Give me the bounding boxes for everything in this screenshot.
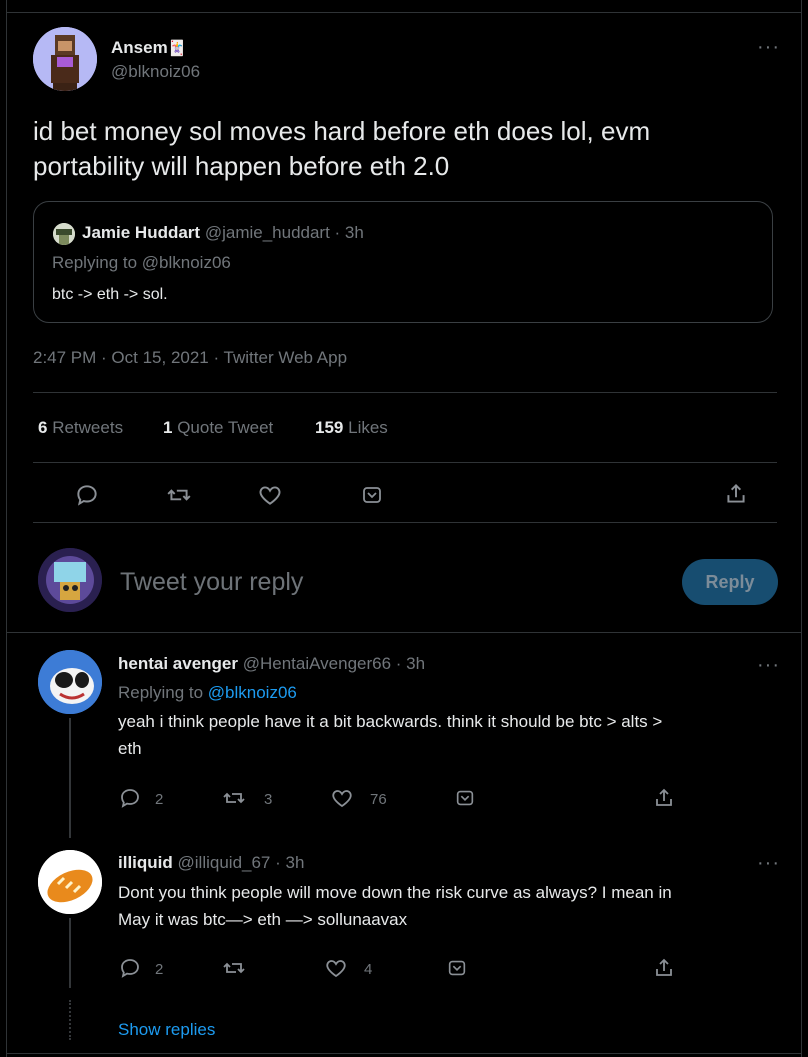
likes-stat[interactable]: 159 Likes bbox=[315, 418, 388, 438]
tweet-thread: Ansem🃏 @blknoiz06 ··· id bet money sol m… bbox=[6, 0, 802, 1057]
reply-icon[interactable] bbox=[118, 786, 142, 810]
jamie-avatar bbox=[53, 223, 75, 245]
reply-handle-time[interactable]: @illiquid_67 · 3h bbox=[178, 853, 305, 872]
share-icon[interactable] bbox=[723, 481, 749, 507]
reply-author-name[interactable]: hentai avenger bbox=[118, 654, 238, 673]
current-user-avatar[interactable] bbox=[38, 548, 102, 612]
retweets-count: 6 bbox=[38, 418, 48, 437]
reply-text-line-1: yeah i think people have it a bit backwa… bbox=[118, 712, 663, 731]
retweets-label: Retweets bbox=[52, 418, 124, 437]
tweet-timestamp[interactable]: 2:47 PM · Oct 15, 2021 · Twitter Web App bbox=[33, 348, 347, 368]
retweet-icon[interactable] bbox=[222, 786, 246, 810]
reply-text-line-1: Dont you think people will move down the… bbox=[118, 883, 672, 902]
tweet-text-line-1: id bet money sol moves hard before eth d… bbox=[33, 116, 651, 146]
thread-line-dotted bbox=[69, 918, 71, 988]
quotes-label: Quote Tweet bbox=[177, 418, 274, 437]
quoted-text: btc -> eth -> sol. bbox=[52, 286, 168, 303]
author-display-name[interactable]: Ansem bbox=[111, 38, 168, 57]
reply-count: 2 bbox=[155, 961, 164, 978]
bookmark-icon[interactable] bbox=[454, 787, 476, 809]
illiquid-avatar[interactable] bbox=[38, 850, 102, 914]
quoted-handle-time: @jamie_huddart · 3h bbox=[204, 223, 364, 242]
divider bbox=[33, 522, 777, 523]
retweet-icon[interactable] bbox=[166, 482, 192, 508]
like-icon[interactable] bbox=[257, 482, 283, 508]
top-divider bbox=[7, 12, 801, 13]
author-handle[interactable]: @blknoiz06 bbox=[111, 62, 200, 82]
bookmark-icon[interactable] bbox=[360, 483, 384, 507]
reply-button[interactable]: Reply bbox=[682, 559, 778, 605]
reply-handle-time[interactable]: @HentaiAvenger66 · 3h bbox=[243, 654, 425, 673]
retweet-icon[interactable] bbox=[222, 956, 246, 980]
bottom-divider bbox=[7, 1053, 801, 1054]
like-icon[interactable] bbox=[330, 786, 354, 810]
reply-icon[interactable] bbox=[118, 956, 142, 980]
quoted-tweet-card[interactable]: Jamie Huddart @jamie_huddart · 3h Replyi… bbox=[33, 201, 773, 323]
likes-label: Likes bbox=[348, 418, 388, 437]
more-options-icon[interactable]: ··· bbox=[757, 37, 780, 57]
divider bbox=[33, 462, 777, 463]
ansem-avatar[interactable] bbox=[33, 27, 97, 91]
tweet-text-line-2: portability will happen before eth 2.0 bbox=[33, 151, 450, 181]
quoted-replying-to: Replying to @blknoiz06 bbox=[52, 253, 231, 272]
likes-count: 159 bbox=[315, 418, 344, 437]
reply-input[interactable]: Tweet your reply bbox=[120, 568, 303, 597]
like-count: 4 bbox=[364, 961, 373, 978]
replying-to-handle[interactable]: @blknoiz06 bbox=[208, 683, 297, 702]
share-icon[interactable] bbox=[652, 956, 676, 980]
section-divider bbox=[7, 632, 801, 633]
quoted-author-name: Jamie Huddart bbox=[82, 223, 201, 242]
reply-author-name[interactable]: illiquid bbox=[118, 853, 173, 872]
like-icon[interactable] bbox=[324, 956, 348, 980]
reply-text-line-2: May it was btc—> eth —> sollunaavax bbox=[118, 910, 408, 929]
thread-line-dotted bbox=[69, 1000, 71, 1040]
reply-icon[interactable] bbox=[74, 482, 100, 508]
replying-to-prefix: Replying to bbox=[118, 683, 208, 702]
share-icon[interactable] bbox=[652, 786, 676, 810]
hentai-avenger-avatar[interactable] bbox=[38, 650, 102, 714]
bookmark-icon[interactable] bbox=[446, 957, 468, 979]
reply-count: 2 bbox=[155, 791, 164, 808]
show-replies-link[interactable]: Show replies bbox=[118, 1020, 215, 1040]
divider bbox=[33, 392, 777, 393]
quote-tweets-stat[interactable]: 1 Quote Tweet bbox=[163, 418, 273, 438]
retweet-count: 3 bbox=[264, 791, 273, 808]
retweets-stat[interactable]: 6 Retweets bbox=[38, 418, 123, 438]
reply-text-line-2: eth bbox=[118, 739, 142, 758]
more-options-icon[interactable]: ··· bbox=[757, 853, 780, 873]
quotes-count: 1 bbox=[163, 418, 173, 437]
author-name[interactable]: Ansem🃏 bbox=[111, 38, 186, 58]
joker-emoji-icon: 🃏 bbox=[167, 40, 187, 57]
like-count: 76 bbox=[370, 791, 387, 808]
more-options-icon[interactable]: ··· bbox=[757, 655, 780, 675]
thread-line bbox=[69, 718, 71, 838]
